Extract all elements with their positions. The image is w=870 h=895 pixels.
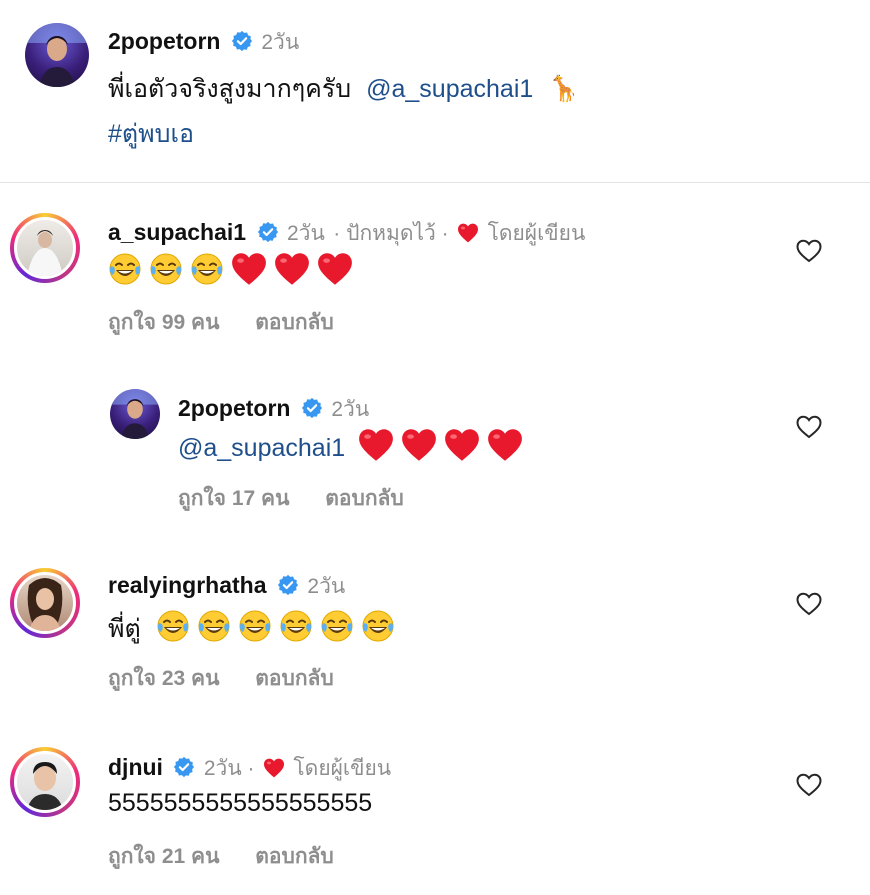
like-heart-icon[interactable] [796, 773, 822, 797]
heart-emoji [231, 252, 267, 286]
heart-emoji [358, 428, 394, 462]
comment-username[interactable]: realyingrhatha [108, 572, 267, 598]
laugh-emoji [108, 252, 142, 286]
laugh-emoji [156, 609, 190, 643]
comment-emojis [108, 252, 360, 286]
verified-badge-icon [173, 756, 195, 778]
comment-text: 5555555555555555555 [108, 789, 373, 817]
comment-time: 2วัน [287, 222, 325, 245]
heart-icon [263, 758, 285, 778]
heart-emoji [444, 428, 480, 462]
verified-badge-icon [301, 397, 323, 419]
laugh-emoji [190, 252, 224, 286]
laugh-emoji [149, 252, 183, 286]
like-heart-icon[interactable] [796, 239, 822, 263]
divider [0, 182, 870, 183]
comment-username[interactable]: a_supachai1 [108, 219, 246, 245]
avatar-2popetorn-reply[interactable] [110, 389, 160, 439]
caption-time: 2วัน [261, 31, 300, 54]
laugh-emoji [320, 609, 354, 643]
comment-emojis [156, 615, 402, 643]
pinned-label: · ปักหมุดไว้ · [333, 222, 449, 245]
liked-by-author-label: โดยผู้เขียน [293, 757, 392, 780]
verified-badge-icon [231, 30, 253, 52]
caption-text: พี่เอตัวจริงสูงมากๆครับ [108, 75, 352, 103]
caption-hashtag[interactable]: #ตู่พบเอ [108, 114, 194, 154]
reply-button[interactable]: ตอบกลับ [325, 487, 404, 510]
heart-emoji [487, 428, 523, 462]
heart-emoji [274, 252, 310, 286]
heart-emoji [401, 428, 437, 462]
comment-emojis [358, 434, 530, 462]
like-count[interactable]: ถูกใจ 17 คน [178, 487, 289, 510]
comment-time: 2วัน [331, 398, 370, 421]
comment-mention[interactable]: @a_supachai1 [178, 434, 345, 462]
comment-username[interactable]: 2popetorn [178, 395, 290, 421]
giraffe-emoji: 🦒 [548, 75, 580, 103]
liked-by-author-label: โดยผู้เขียน [487, 222, 586, 245]
laugh-emoji [197, 609, 231, 643]
caption-username[interactable]: 2popetorn [108, 28, 220, 54]
verified-badge-icon [277, 574, 299, 596]
avatar-djnui[interactable] [10, 747, 80, 817]
reply-button[interactable]: ตอบกลับ [255, 845, 334, 868]
comment-time: 2วัน · [203, 757, 255, 780]
heart-icon [457, 223, 479, 243]
like-count[interactable]: ถูกใจ 99 คน [108, 311, 219, 334]
reply-button[interactable]: ตอบกลับ [255, 311, 334, 334]
like-heart-icon[interactable] [796, 415, 822, 439]
comment-time: 2วัน [307, 575, 346, 598]
laugh-emoji [238, 609, 272, 643]
comment-username[interactable]: djnui [108, 754, 163, 780]
like-heart-icon[interactable] [796, 592, 822, 616]
like-count[interactable]: ถูกใจ 23 คน [108, 667, 219, 690]
reply-button[interactable]: ตอบกลับ [255, 667, 334, 690]
laugh-emoji [361, 609, 395, 643]
laugh-emoji [279, 609, 313, 643]
comment-text: พี่ตู่ [108, 615, 141, 643]
heart-emoji [317, 252, 353, 286]
avatar-realyingrhatha[interactable] [10, 568, 80, 638]
like-count[interactable]: ถูกใจ 21 คน [108, 845, 219, 868]
caption-mention[interactable]: @a_supachai1 [366, 75, 533, 103]
verified-badge-icon [257, 221, 279, 243]
avatar-a-supachai1[interactable] [10, 213, 80, 283]
avatar-2popetorn[interactable] [25, 23, 89, 87]
